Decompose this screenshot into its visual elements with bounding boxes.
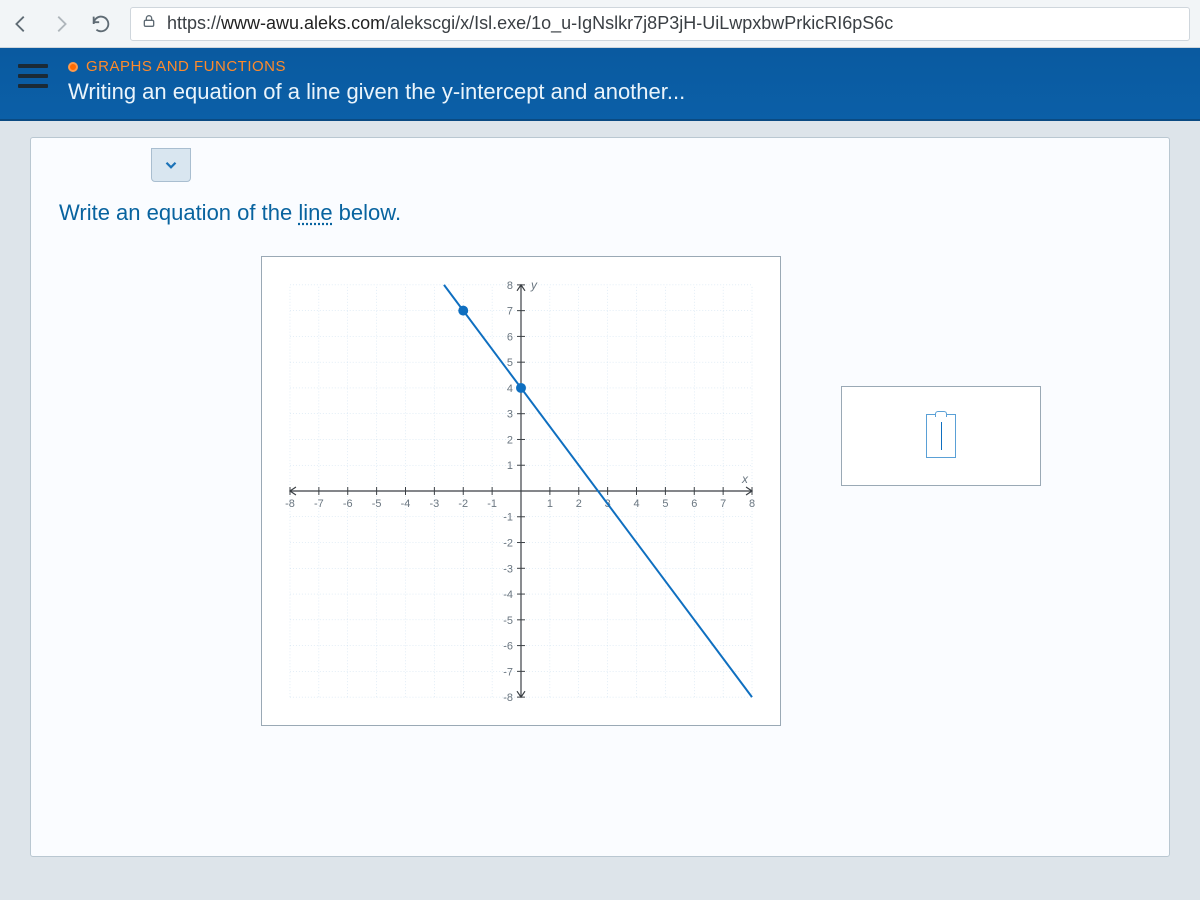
- svg-text:6: 6: [691, 498, 697, 510]
- svg-text:-4: -4: [401, 498, 411, 510]
- svg-text:2: 2: [576, 498, 582, 510]
- menu-icon[interactable]: [18, 64, 48, 88]
- svg-text:-1: -1: [503, 512, 513, 524]
- svg-text:-5: -5: [372, 498, 382, 510]
- content-panel: Write an equation of the line below. -8-…: [30, 137, 1170, 857]
- svg-text:-5: -5: [503, 615, 513, 627]
- svg-text:1: 1: [547, 498, 553, 510]
- lock-icon: [141, 13, 157, 34]
- svg-text:y: y: [530, 278, 538, 292]
- url-text: https://www-awu.aleks.com/alekscgi/x/Isl…: [167, 13, 893, 34]
- address-bar[interactable]: https://www-awu.aleks.com/alekscgi/x/Isl…: [130, 7, 1190, 41]
- svg-text:-6: -6: [343, 498, 353, 510]
- svg-text:4: 4: [507, 383, 513, 395]
- section-toggle[interactable]: [151, 148, 191, 182]
- svg-text:-8: -8: [503, 692, 513, 704]
- svg-text:4: 4: [633, 498, 639, 510]
- back-icon[interactable]: [10, 13, 32, 35]
- svg-text:5: 5: [662, 498, 668, 510]
- svg-text:8: 8: [749, 498, 755, 510]
- svg-text:6: 6: [507, 331, 513, 343]
- browser-toolbar: https://www-awu.aleks.com/alekscgi/x/Isl…: [0, 0, 1200, 48]
- svg-text:8: 8: [507, 280, 513, 292]
- reload-icon[interactable]: [90, 13, 112, 35]
- svg-text:-8: -8: [285, 498, 295, 510]
- svg-text:-3: -3: [430, 498, 440, 510]
- svg-text:-7: -7: [503, 666, 513, 678]
- svg-text:-6: -6: [503, 641, 513, 653]
- svg-text:-1: -1: [487, 498, 497, 510]
- app-header: GRAPHS AND FUNCTIONS Writing an equation…: [0, 48, 1200, 121]
- svg-text:1: 1: [507, 460, 513, 472]
- answer-box: [841, 386, 1041, 486]
- svg-text:-4: -4: [503, 589, 513, 601]
- svg-text:x: x: [741, 472, 749, 486]
- category-dot-icon: [68, 62, 78, 72]
- equation-input[interactable]: [926, 414, 956, 458]
- svg-text:7: 7: [720, 498, 726, 510]
- svg-text:-3: -3: [503, 563, 513, 575]
- svg-text:3: 3: [507, 409, 513, 421]
- forward-icon[interactable]: [50, 13, 72, 35]
- svg-text:5: 5: [507, 357, 513, 369]
- coordinate-graph: -8 -7 -6 -5 -4 -3 -2 -1 1 2 3 4 5 6 7 8 -8 -7 -6 -5 -4 -3 -2 -1…: [261, 256, 781, 726]
- topic-title: Writing an equation of a line given the …: [68, 79, 685, 105]
- svg-text:-7: -7: [314, 498, 324, 510]
- svg-text:2: 2: [507, 434, 513, 446]
- category-label: GRAPHS AND FUNCTIONS: [68, 58, 685, 75]
- svg-text:7: 7: [507, 306, 513, 318]
- svg-text:-2: -2: [458, 498, 468, 510]
- question-prompt: Write an equation of the line below.: [31, 182, 1169, 226]
- svg-text:-2: -2: [503, 538, 513, 550]
